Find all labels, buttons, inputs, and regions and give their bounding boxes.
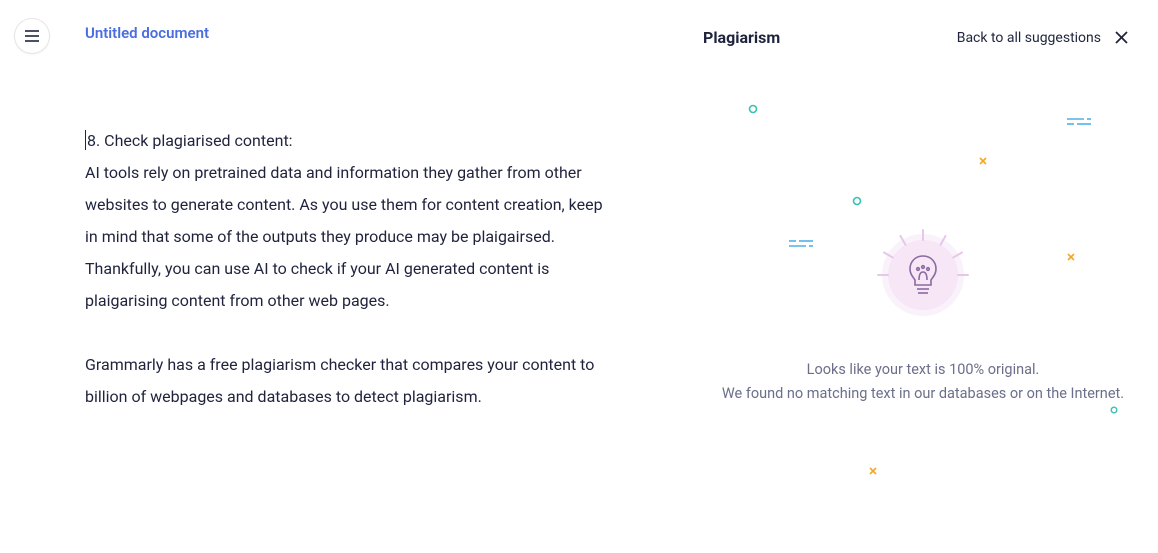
paragraph[interactable]: Grammarly has a free plagiarism checker … <box>85 349 609 413</box>
ray-icon <box>883 251 894 259</box>
paragraph-text: AI tools rely on pretrained data and inf… <box>85 163 603 310</box>
decor-circle-icon <box>1110 406 1118 414</box>
result-line: Looks like your text is 100% original. <box>688 358 1158 382</box>
decor-circle-icon <box>748 104 758 114</box>
panel-header: Plagiarism Back to all suggestions <box>688 0 1158 47</box>
back-to-suggestions-link[interactable]: Back to all suggestions <box>957 30 1128 46</box>
text-cursor <box>85 130 86 150</box>
decor-circle-icon <box>852 196 862 206</box>
decor-wave-icon <box>1066 116 1092 128</box>
paragraph-text: 8. Check plagiarised content: <box>87 131 293 150</box>
ray-icon <box>957 274 969 276</box>
plagiarism-panel: Plagiarism Back to all suggestions <box>688 0 1158 553</box>
ray-icon <box>952 251 963 259</box>
close-icon[interactable] <box>1115 31 1128 44</box>
back-link-label: Back to all suggestions <box>957 30 1101 46</box>
menu-button[interactable] <box>14 18 50 54</box>
decor-sparkle-icon <box>978 156 988 166</box>
result-line: We found no matching text in our databas… <box>688 382 1158 406</box>
lightbulb-illustration <box>888 240 958 310</box>
document-title[interactable]: Untitled document <box>85 24 209 42</box>
ray-icon <box>877 274 889 276</box>
paragraph[interactable]: 8. Check plagiarised content: AI tools r… <box>85 125 609 317</box>
panel-title: Plagiarism <box>703 28 780 47</box>
lightbulb-icon <box>905 252 941 298</box>
decor-sparkle-icon <box>1066 252 1076 262</box>
ray-icon <box>899 235 907 246</box>
editor-body[interactable]: 8. Check plagiarised content: AI tools r… <box>85 125 609 445</box>
decor-wave-icon <box>788 238 814 250</box>
ray-icon <box>922 229 924 241</box>
menu-icon <box>24 29 40 43</box>
ray-icon <box>939 235 947 246</box>
plagiarism-result: Looks like your text is 100% original. W… <box>688 358 1158 406</box>
decor-sparkle-icon <box>868 466 878 476</box>
